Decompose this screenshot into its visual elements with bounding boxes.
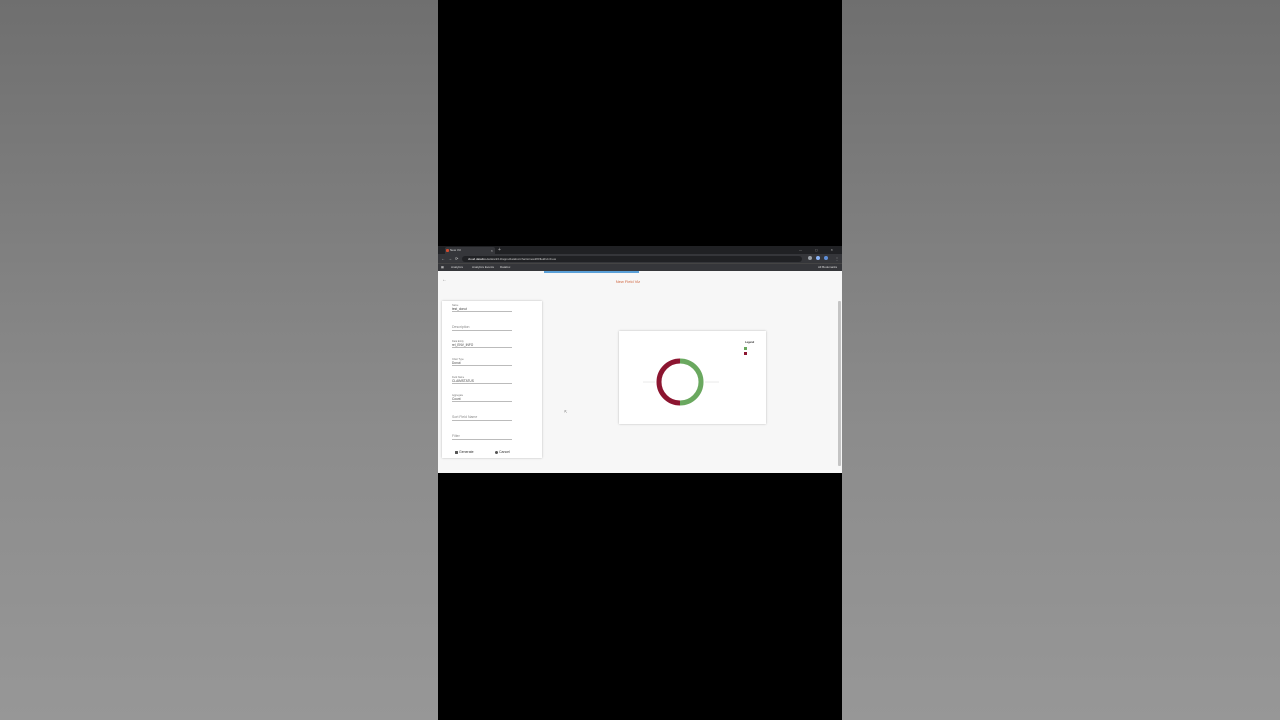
tab-title: New Viz — [450, 248, 461, 252]
mouse-cursor-icon: ⇱ — [564, 409, 568, 414]
description-field[interactable]: Description — [452, 325, 512, 331]
close-tab-icon[interactable]: × — [491, 247, 493, 254]
aggregate-value: Count — [452, 397, 461, 401]
field-name-select[interactable]: Field Name CLAIMSTATUS — [452, 376, 512, 384]
url-host: cloud.datafox.com — [468, 256, 493, 261]
data-entity-value: rel_ENV_INFO — [452, 343, 474, 347]
name-value: test_donut — [452, 307, 467, 311]
cancel-label: Cancel — [499, 450, 510, 454]
apps-icon[interactable]: ▦ — [441, 264, 444, 271]
chart-type-select[interactable]: Chart Type Donut — [452, 358, 512, 366]
generate-label: Generate — [459, 450, 474, 454]
address-bar: ← → ⟳ cloud.datafox.com/anl/13/apps/data… — [438, 254, 842, 263]
sort-placeholder: Sort Field Name — [452, 415, 478, 419]
field-name-value: CLAIMSTATUS — [452, 379, 474, 383]
page-scrollbar[interactable] — [838, 301, 841, 466]
back-arrow-icon[interactable]: ← — [442, 277, 447, 283]
forward-icon[interactable]: → — [448, 254, 452, 263]
donut-slice-0[interactable] — [679, 358, 704, 406]
donut-chart — [643, 358, 719, 406]
url-path: /anl/13/apps/datafox/charts/new#/#/field… — [492, 256, 557, 261]
extension-icon[interactable] — [816, 256, 820, 260]
bookmark-item[interactable]: Analytics — [451, 264, 463, 271]
favicon-icon — [446, 249, 449, 252]
browser-window: New Viz × + — ▢ ✕ ← → ⟳ cloud.datafox.co… — [438, 246, 842, 473]
page-title: New Field Viz — [615, 279, 641, 284]
cancel-button[interactable]: Cancel — [495, 450, 510, 454]
legend-title: Legend — [745, 341, 755, 344]
loading-progress-bar — [544, 271, 639, 273]
reload-icon[interactable]: ⟳ — [455, 254, 458, 263]
legend-swatch — [744, 347, 747, 350]
url-input[interactable]: cloud.datafox.com/anl/13/apps/datafox/ch… — [462, 255, 802, 262]
sort-field-select[interactable]: Sort Field Name — [452, 415, 512, 421]
cancel-icon — [495, 450, 498, 454]
extension-icon[interactable] — [808, 256, 812, 260]
filter-placeholder: Filter — [452, 434, 460, 438]
bookmark-item[interactable]: Datafox — [500, 264, 510, 271]
viz-form-panel: Name test_donut Description Data Entity … — [442, 301, 542, 458]
donut-slice-1[interactable] — [656, 358, 681, 406]
description-placeholder: Description — [452, 325, 470, 329]
blurred-background-right — [842, 0, 1280, 720]
video-frame: New Viz × + — ▢ ✕ ← → ⟳ cloud.datafox.co… — [438, 0, 842, 720]
name-field[interactable]: Name test_donut — [452, 304, 512, 312]
save-icon — [455, 450, 458, 454]
generate-button[interactable]: Generate — [455, 450, 474, 454]
blurred-background-left — [0, 0, 438, 720]
chart-type-value: Donut — [452, 361, 461, 365]
filter-field[interactable]: Filter — [452, 434, 512, 440]
data-entity-select[interactable]: Data Entity rel_ENV_INFO — [452, 340, 512, 348]
bookmark-item[interactable]: Analytics Events — [472, 264, 494, 271]
window-controls[interactable]: — ▢ ✕ — [799, 246, 839, 254]
tab-bar: New Viz × + — ▢ ✕ — [438, 246, 842, 254]
aggregate-select[interactable]: Aggregate Count — [452, 394, 512, 402]
new-tab-icon[interactable]: + — [498, 246, 501, 254]
tab-new-viz[interactable]: New Viz × — [445, 247, 495, 254]
chart-preview-card: Legend — [619, 331, 766, 424]
bookmarks-bar: ▦ Analytics Analytics Events Datafox All… — [438, 263, 842, 271]
menu-icon[interactable]: ⋮ — [835, 254, 839, 263]
back-icon[interactable]: ← — [441, 254, 445, 263]
legend-swatch — [744, 352, 747, 355]
all-bookmarks[interactable]: All Bookmarks — [818, 264, 837, 271]
profile-icon[interactable] — [824, 256, 828, 260]
